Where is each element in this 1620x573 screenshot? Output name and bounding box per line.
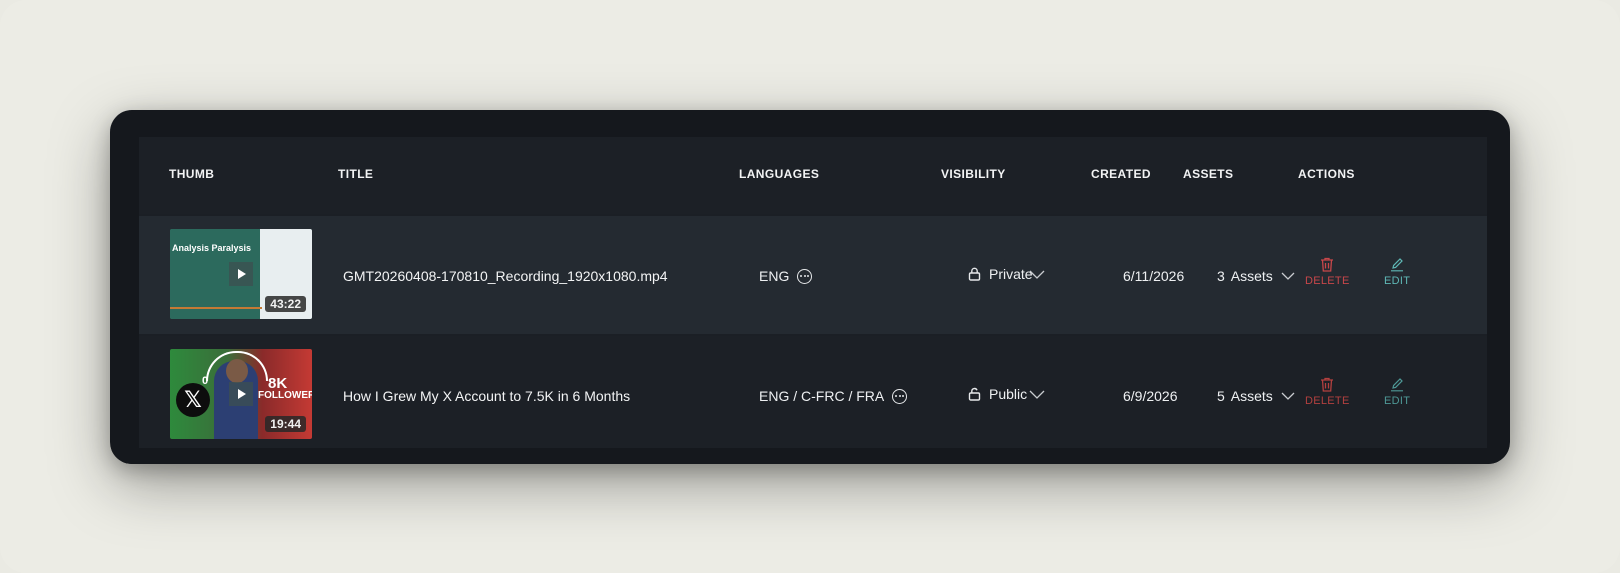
videos-table: THUMB TITLE LANGUAGES VISIBILITY CREATED…: [139, 137, 1487, 464]
trash-icon: [1321, 257, 1334, 272]
assets-label: Assets: [1230, 268, 1273, 284]
table-row[interactable]: 𝕏 0 8K FOLLOWERS 19:44 How I Grew My X A…: [139, 336, 1487, 454]
chevron-down-icon[interactable]: [1029, 390, 1045, 400]
pencil-icon: [1391, 258, 1404, 272]
thumbnail-face: [226, 359, 248, 383]
trash-icon: [1321, 377, 1334, 392]
header-languages: LANGUAGES: [739, 167, 820, 181]
assets-count: 3: [1217, 268, 1225, 284]
video-duration: 43:22: [265, 296, 306, 312]
video-duration: 19:44: [265, 416, 306, 432]
table-header: THUMB TITLE LANGUAGES VISIBILITY CREATED…: [139, 137, 1487, 214]
header-title: TITLE: [338, 167, 374, 181]
header-created: CREATED: [1091, 167, 1151, 181]
video-title[interactable]: How I Grew My X Account to 7.5K in 6 Mon…: [343, 388, 630, 404]
unlock-icon: [968, 387, 981, 401]
delete-label: DELETE: [1305, 395, 1350, 407]
play-icon[interactable]: [229, 382, 253, 406]
delete-button[interactable]: DELETE: [1305, 377, 1350, 407]
video-thumbnail[interactable]: 𝕏 0 8K FOLLOWERS 19:44: [170, 349, 312, 439]
visibility-value: Private: [989, 266, 1033, 282]
languages-cell: ENG: [759, 268, 813, 284]
languages-cell: ENG / C-FRC / FRA: [759, 388, 908, 404]
video-thumbnail[interactable]: Analysis Paralysis 43:22: [170, 229, 312, 319]
table-row[interactable]: Analysis Paralysis 43:22 GMT20260408-170…: [139, 216, 1487, 334]
created-date: 6/9/2026: [1123, 388, 1178, 404]
play-icon[interactable]: [229, 262, 253, 286]
languages-text: ENG: [759, 268, 790, 284]
header-actions: ACTIONS: [1298, 167, 1355, 181]
videos-card: THUMB TITLE LANGUAGES VISIBILITY CREATED…: [110, 110, 1510, 464]
header-thumb: THUMB: [169, 167, 215, 181]
delete-label: DELETE: [1305, 275, 1350, 287]
edit-button[interactable]: EDIT: [1384, 257, 1410, 287]
header-visibility: VISIBILITY: [941, 167, 1006, 181]
video-title[interactable]: GMT20260408-170810_Recording_1920x1080.m…: [343, 268, 668, 284]
chevron-down-icon[interactable]: [1029, 270, 1045, 280]
lock-icon: [968, 267, 981, 281]
more-languages-icon[interactable]: [892, 388, 908, 404]
visibility-select[interactable]: Private: [968, 266, 1033, 282]
thumbnail-title: Analysis Paralysis: [172, 243, 252, 253]
assets-dropdown[interactable]: 5 Assets: [1217, 388, 1295, 404]
visibility-value: Public: [989, 386, 1028, 402]
chevron-down-icon: [1281, 272, 1295, 280]
delete-button[interactable]: DELETE: [1305, 257, 1350, 287]
edit-label: EDIT: [1384, 275, 1411, 287]
assets-dropdown[interactable]: 3 Assets: [1217, 268, 1295, 284]
assets-count: 5: [1217, 388, 1225, 404]
thumbnail-text-followers: FOLLOWERS: [258, 390, 312, 401]
assets-label: Assets: [1230, 388, 1273, 404]
header-assets: ASSETS: [1183, 167, 1234, 181]
created-date: 6/11/2026: [1123, 268, 1185, 284]
languages-text: ENG / C-FRC / FRA: [759, 388, 885, 404]
thumbnail-bar: [170, 307, 262, 309]
x-logo-icon: 𝕏: [176, 383, 210, 417]
edit-label: EDIT: [1384, 395, 1411, 407]
chevron-down-icon: [1281, 392, 1295, 400]
edit-button[interactable]: EDIT: [1384, 377, 1410, 407]
card-bottom-edge: [110, 448, 1510, 464]
pencil-icon: [1391, 378, 1404, 392]
more-languages-icon[interactable]: [797, 268, 813, 284]
visibility-select[interactable]: Public: [968, 386, 1027, 402]
